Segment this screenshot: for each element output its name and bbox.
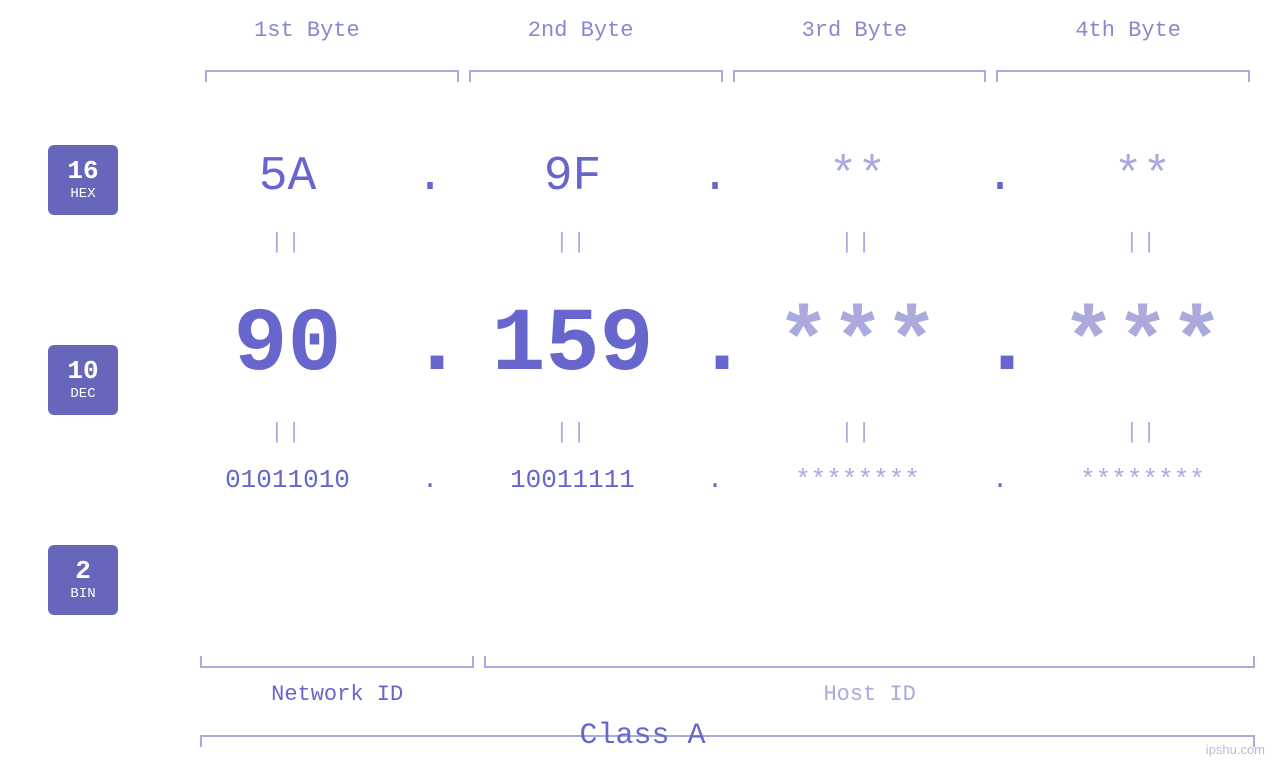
dec-dot3: . — [980, 295, 1020, 397]
bin-dot2: . — [695, 465, 735, 495]
dec-row: 90 . 159 . *** . *** — [165, 295, 1265, 397]
top-brackets — [200, 70, 1255, 88]
eq2: || — [450, 230, 695, 255]
hex-byte2: 9F — [450, 150, 695, 204]
byte1-header: 1st Byte — [170, 18, 444, 43]
eq6: || — [450, 420, 695, 445]
dec-byte3: *** — [735, 295, 980, 397]
network-id-label: Network ID — [200, 682, 474, 707]
bottom-brackets — [200, 654, 1255, 668]
class-label: Class A — [0, 719, 1285, 753]
eq5: || — [165, 420, 410, 445]
data-grid: 5A . 9F . ** . ** || || || || 90 . 159 .… — [165, 100, 1265, 647]
host-bracket — [484, 654, 1255, 668]
id-labels: Network ID Host ID — [200, 682, 1255, 707]
eq4: || — [1020, 230, 1265, 255]
bin-badge-label: BIN — [70, 586, 95, 602]
dec-byte2: 159 — [450, 295, 695, 397]
hex-byte3: ** — [735, 150, 980, 204]
main-container: 1st Byte 2nd Byte 3rd Byte 4th Byte 16 H… — [0, 0, 1285, 767]
hex-dot1: . — [410, 150, 450, 204]
dec-dot2: . — [695, 295, 735, 397]
dec-byte1: 90 — [165, 295, 410, 397]
bin-badge-number: 2 — [75, 558, 91, 584]
bracket-byte1 — [205, 70, 459, 88]
bottom-section: Network ID Host ID — [200, 654, 1255, 707]
host-id-label: Host ID — [484, 682, 1255, 707]
eq8: || — [1020, 420, 1265, 445]
hex-badge-label: HEX — [70, 186, 95, 202]
equals-dec-bin: || || || || — [165, 420, 1265, 445]
hex-badge-number: 16 — [67, 158, 98, 184]
dec-badge-label: DEC — [70, 386, 95, 402]
watermark: ipshu.com — [1206, 742, 1265, 757]
hex-dot3: . — [980, 150, 1020, 204]
bracket-byte3 — [733, 70, 987, 88]
hex-badge: 16 HEX — [48, 145, 118, 215]
bin-byte2: 10011111 — [450, 465, 695, 495]
bin-dot3: . — [980, 465, 1020, 495]
dec-badge-number: 10 — [67, 358, 98, 384]
bracket-byte2 — [469, 70, 723, 88]
badge-column: 16 HEX 10 DEC 2 BIN — [48, 145, 118, 615]
hex-byte1: 5A — [165, 150, 410, 204]
hex-byte4: ** — [1020, 150, 1265, 204]
byte3-header: 3rd Byte — [718, 18, 992, 43]
bracket-byte4 — [996, 70, 1250, 88]
dec-dot1: . — [410, 295, 450, 397]
bin-byte4: ******** — [1020, 465, 1265, 495]
eq1: || — [165, 230, 410, 255]
network-bracket — [200, 654, 474, 668]
bin-byte3: ******** — [735, 465, 980, 495]
byte-headers: 1st Byte 2nd Byte 3rd Byte 4th Byte — [170, 18, 1265, 43]
bin-byte1: 01011010 — [165, 465, 410, 495]
bin-badge: 2 BIN — [48, 545, 118, 615]
equals-hex-dec: || || || || — [165, 230, 1265, 255]
bin-row: 01011010 . 10011111 . ******** . *******… — [165, 465, 1265, 495]
byte2-header: 2nd Byte — [444, 18, 718, 43]
hex-row: 5A . 9F . ** . ** — [165, 150, 1265, 204]
eq3: || — [735, 230, 980, 255]
hex-dot2: . — [695, 150, 735, 204]
dec-badge: 10 DEC — [48, 345, 118, 415]
eq7: || — [735, 420, 980, 445]
dec-byte4: *** — [1020, 295, 1265, 397]
bin-dot1: . — [410, 465, 450, 495]
byte4-header: 4th Byte — [991, 18, 1265, 43]
